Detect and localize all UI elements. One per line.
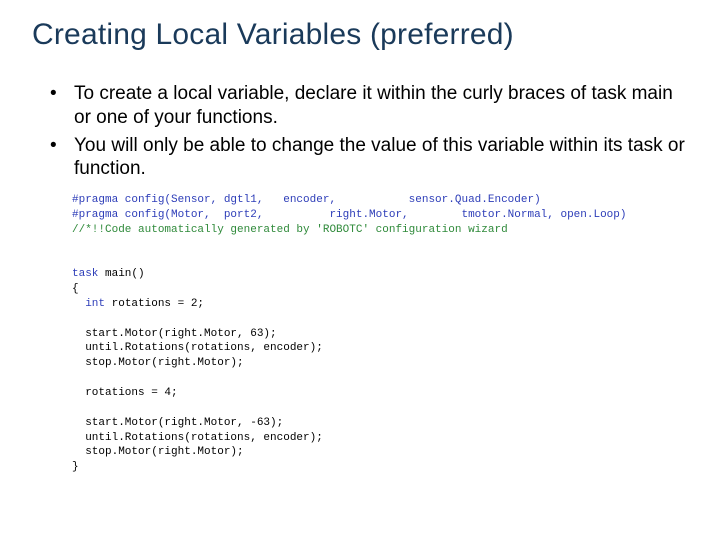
code-line: {: [72, 283, 79, 295]
code-sample: #pragma config(Sensor, dgtl1, encoder, s…: [72, 193, 688, 475]
bullet-item: You will only be able to change the valu…: [32, 134, 688, 182]
code-line: stop.Motor(right.Motor);: [72, 357, 244, 369]
code-line: stop.Motor(right.Motor);: [72, 446, 244, 458]
code-line: rotations = 2;: [105, 298, 204, 310]
bullet-list: To create a local variable, declare it w…: [32, 82, 688, 181]
code-line: start.Motor(right.Motor, -63);: [72, 417, 283, 429]
code-line: #pragma config(Sensor, dgtl1, encoder, s…: [72, 194, 541, 206]
code-keyword: int: [72, 298, 105, 310]
code-line: rotations = 4;: [72, 387, 178, 399]
code-line: until.Rotations(rotations, encoder);: [72, 432, 323, 444]
bullet-item: To create a local variable, declare it w…: [32, 82, 688, 130]
code-keyword: task: [72, 268, 98, 280]
slide-title: Creating Local Variables (preferred): [32, 18, 688, 52]
code-comment: //*!!Code automatically generated by 'RO…: [72, 224, 508, 236]
code-line: start.Motor(right.Motor, 63);: [72, 328, 277, 340]
code-line: }: [72, 461, 79, 473]
code-line: main(): [98, 268, 144, 280]
code-line: until.Rotations(rotations, encoder);: [72, 342, 323, 354]
code-line: #pragma config(Motor, port2, right.Motor…: [72, 209, 627, 221]
